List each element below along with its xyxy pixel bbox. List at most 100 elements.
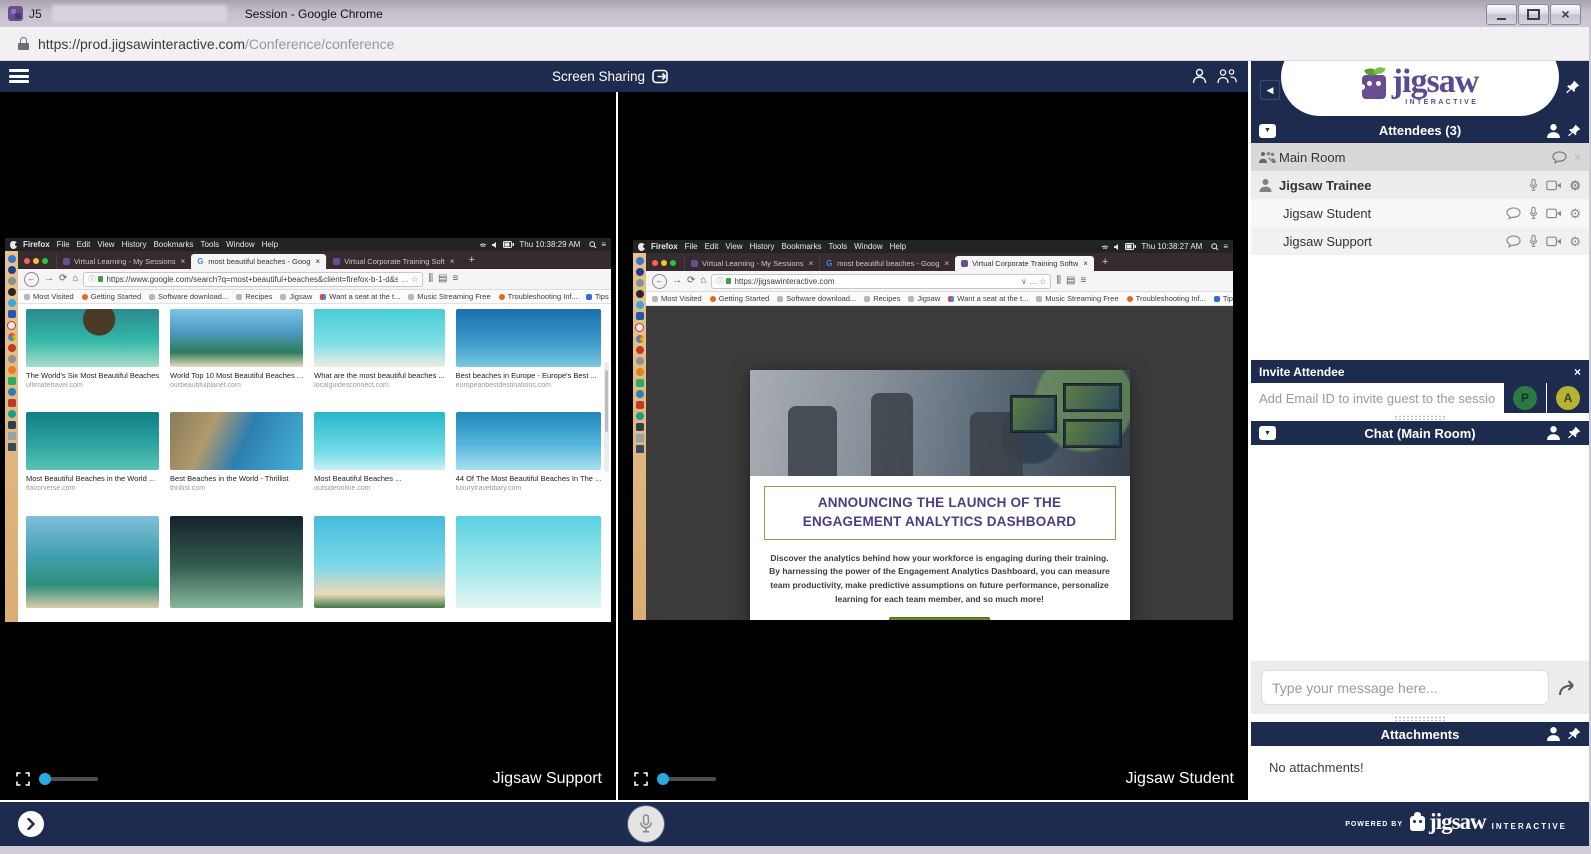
invite-email-input[interactable] <box>1251 383 1503 413</box>
microphone-button[interactable] <box>628 806 664 842</box>
panel-resize-handle[interactable] <box>1251 714 1589 722</box>
settings-gear-icon[interactable]: ⚙ <box>1569 179 1581 192</box>
invite-row: P A <box>1251 383 1589 413</box>
volume-icon <box>491 241 499 249</box>
camera-icon[interactable] <box>1546 236 1562 247</box>
reload-icon: ⟳ <box>59 274 67 284</box>
dock-icon <box>8 355 16 363</box>
battery-icon <box>503 241 514 248</box>
close-button[interactable] <box>1550 4 1581 25</box>
new-tab-icon: + <box>469 254 475 266</box>
main-room-row[interactable]: Main Room × <box>1251 143 1589 171</box>
browser-tab: Gmost beautiful beaches - Goog <box>819 256 955 271</box>
attendee-person-icon[interactable] <box>1192 68 1207 84</box>
attachments-header: Attachments <box>1251 722 1589 746</box>
overflow-menu-icon: ≡ <box>1081 276 1087 286</box>
chat-message-list[interactable] <box>1251 445 1589 661</box>
fullscreen-icon[interactable] <box>634 772 648 786</box>
mic-icon[interactable] <box>1528 234 1539 248</box>
panel-resize-handle[interactable] <box>1251 413 1589 421</box>
maximize-button[interactable] <box>1518 4 1549 25</box>
wifi-icon <box>1101 243 1109 251</box>
collapse-sidebar-button[interactable]: ◀ <box>1260 80 1280 100</box>
chevron-right-icon <box>26 818 36 830</box>
dock-icon <box>8 255 16 263</box>
browser-tab: Virtual Corporate Training Soft <box>326 254 460 269</box>
dock-icon <box>636 357 644 365</box>
attendee-row-support[interactable]: Jigsaw Support ⚙ <box>1251 227 1589 255</box>
attendee-row-trainee[interactable]: Jigsaw Trainee ⚙ <box>1251 171 1589 199</box>
remote-screen-student: Firefox File Edit View History Bookmarks… <box>633 240 1233 620</box>
send-message-icon[interactable] <box>1557 679 1579 697</box>
expand-toolbar-button[interactable] <box>18 811 44 837</box>
google-image-results: The World's Six Most Beautiful Beachesul… <box>18 304 611 622</box>
settings-gear-icon[interactable]: ⚙ <box>1569 235 1581 248</box>
volume-slider-knob[interactable] <box>39 773 51 785</box>
volume-slider[interactable] <box>658 777 716 781</box>
attendees-header: ▼ Attendees (3) <box>1251 118 1589 143</box>
spotlight-search-icon <box>1211 243 1219 251</box>
bookmark-item: Troubleshooting Inf... <box>1127 294 1206 303</box>
attachments-person-icon[interactable] <box>1547 727 1560 741</box>
mac-menubar: Firefox File Edit View History Bookmarks… <box>5 238 611 251</box>
dock-icon <box>636 335 644 343</box>
chat-bubble-icon[interactable] <box>1506 207 1521 220</box>
mic-icon[interactable] <box>1528 178 1539 192</box>
powered-by-label: POWERED BY <box>1345 821 1403 828</box>
bookmark-item: Software download... <box>149 292 228 301</box>
bookmark-item: Want a seat at the t... <box>948 294 1028 303</box>
screen-share-panel-support: Firefox File Edit View History Bookmarks… <box>0 92 616 800</box>
dock-icon <box>8 266 16 274</box>
dock-icon <box>636 268 644 276</box>
firefox-tabbar: Virtual Learning - My Sessions Gmost bea… <box>646 253 1233 271</box>
chat-title: Chat (Main Room) <box>1251 426 1589 441</box>
settings-gear-icon[interactable]: ⚙ <box>1569 207 1581 220</box>
attendees-group-icon[interactable] <box>1216 68 1238 84</box>
minimize-button[interactable] <box>1486 4 1517 25</box>
tab-close-icon <box>176 257 186 266</box>
screen-share-icon[interactable] <box>652 69 671 84</box>
chat-collapse-icon[interactable]: ▼ <box>1259 426 1276 440</box>
image-result: Best beaches in Europe - Europe's Best .… <box>456 309 602 403</box>
camera-icon[interactable] <box>1546 208 1562 219</box>
attendee-add-icon[interactable] <box>1547 124 1560 138</box>
bookmark-item: Tips for using HTML... <box>586 292 611 301</box>
chat-message-input[interactable] <box>1261 670 1549 705</box>
camera-icon[interactable] <box>1546 180 1562 191</box>
invite-close-icon[interactable]: × <box>1574 365 1581 379</box>
browser-url-bar[interactable]: https://prod.jigsawinteractive.com/Confe… <box>0 27 1591 61</box>
image-result <box>456 516 602 622</box>
volume-slider-knob[interactable] <box>657 773 669 785</box>
info-icon: ⓘ <box>88 274 95 284</box>
invite-phone-cell[interactable]: P <box>1503 383 1546 413</box>
chat-input-zone <box>1251 661 1589 714</box>
invite-a-button[interactable]: A <box>1556 386 1580 410</box>
menu-hamburger-icon[interactable] <box>9 69 29 83</box>
forward-icon: → <box>672 276 682 286</box>
pin-icon[interactable] <box>1565 80 1580 95</box>
dock-icon <box>636 379 644 387</box>
bookmark-item: Getting Started <box>710 294 769 303</box>
attendee-row-student[interactable]: Jigsaw Student ⚙ <box>1251 199 1589 227</box>
chat-person-icon[interactable] <box>1547 426 1560 440</box>
volume-slider[interactable] <box>40 777 98 781</box>
pin-icon[interactable] <box>1567 426 1581 440</box>
mic-icon[interactable] <box>1528 206 1539 220</box>
dock-icon <box>8 366 16 374</box>
powered-by-jigsaw: POWERED BY jigsaw INTERACTIVE <box>1345 810 1567 833</box>
room-close-icon[interactable]: × <box>1574 150 1581 164</box>
invite-audio-cell[interactable]: A <box>1546 383 1589 413</box>
mac-traffic-lights <box>24 258 48 264</box>
jigsaw-footer-suffix: INTERACTIVE <box>1492 822 1567 831</box>
pin-icon[interactable] <box>1567 124 1581 138</box>
browser-tab-active: Virtual Corporate Training Softw <box>955 256 1094 271</box>
invite-p-button[interactable]: P <box>1513 386 1537 410</box>
home-icon: ⌂ <box>700 276 706 286</box>
fullscreen-icon[interactable] <box>16 772 30 786</box>
reload-icon: ⟳ <box>687 276 695 286</box>
room-chat-icon[interactable] <box>1552 151 1567 164</box>
chat-bubble-icon[interactable] <box>1506 235 1521 248</box>
attendees-collapse-icon[interactable]: ▼ <box>1259 124 1276 138</box>
pin-icon[interactable] <box>1567 727 1581 741</box>
mac-clock: Thu 10:38:27 AM <box>1141 242 1202 251</box>
